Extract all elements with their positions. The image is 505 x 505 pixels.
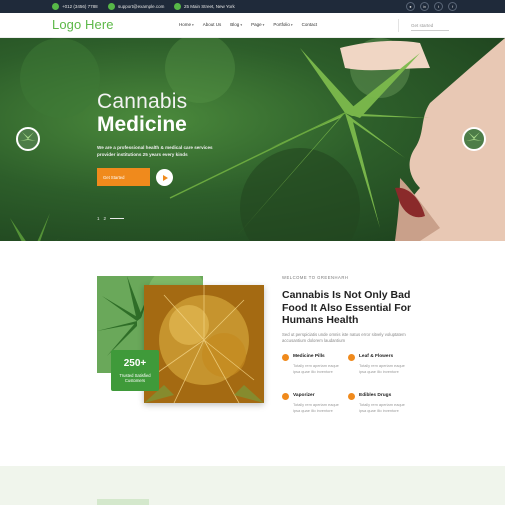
feature-title: Edibles Drugs bbox=[359, 393, 392, 398]
chevron-down-icon: ▾ bbox=[240, 22, 243, 27]
slide-pagination: 1 2 bbox=[97, 216, 125, 221]
about-image-bud bbox=[144, 285, 264, 403]
hero-subtitle: We are a professional health & medical c… bbox=[97, 145, 213, 157]
twitter-icon[interactable]: t bbox=[434, 2, 443, 11]
feature-description: Totally rem aperiam eaque ipsa quae illo… bbox=[293, 363, 339, 374]
chevron-down-icon: ▾ bbox=[262, 22, 265, 27]
get-started-link[interactable]: Get started bbox=[411, 23, 433, 28]
hero-background-image bbox=[10, 38, 505, 241]
main-nav: Home ▾ About Us Blog ▾ Page ▾ Portfolio ▾ Co… bbox=[179, 22, 326, 27]
about-description: Sed ut perspiciatis unde omnis iste natu… bbox=[282, 332, 406, 343]
section-tag bbox=[97, 499, 149, 505]
pill-icon bbox=[282, 354, 289, 361]
nav-item-page[interactable]: Page ▾ bbox=[251, 22, 264, 27]
vaporizer-icon bbox=[282, 393, 289, 400]
feature-title: Medicine Pills bbox=[293, 354, 325, 359]
logo[interactable]: Logo Here bbox=[52, 17, 114, 32]
location-icon bbox=[174, 3, 181, 10]
slider-prev-button[interactable] bbox=[16, 127, 40, 151]
nav-item-blog[interactable]: Blog ▾ bbox=[230, 22, 242, 27]
about-eyebrow: WELCOME TO GREENHARH bbox=[282, 275, 349, 280]
facebook-icon[interactable]: f bbox=[448, 2, 457, 11]
feature-description: Totally rem aperiam eaque ipsa quae illo… bbox=[293, 402, 339, 413]
topbar-email[interactable]: support@example.com bbox=[108, 2, 164, 11]
nav-item-contact[interactable]: Contact bbox=[302, 22, 318, 27]
feature-description: Totally rem aperiam eaque ipsa quae illo… bbox=[359, 363, 405, 374]
user-icon[interactable]: ● bbox=[406, 2, 415, 11]
slide-number-current[interactable]: 1 bbox=[97, 216, 100, 221]
get-started-underline bbox=[411, 30, 449, 31]
topbar-phone[interactable]: +012 (3456) 7788 bbox=[52, 2, 98, 11]
edibles-icon bbox=[348, 393, 355, 400]
next-section bbox=[0, 466, 505, 505]
leaf-thumbnail-icon bbox=[20, 132, 36, 141]
customers-label: Trusted Satisfied Customers bbox=[119, 373, 151, 383]
site-header: Logo Here Home ▾ About Us Blog ▾ Page ▾ Por… bbox=[0, 13, 505, 38]
slide-number-next[interactable]: 2 bbox=[104, 216, 107, 221]
hero-title-line1: Cannabis bbox=[97, 90, 188, 113]
hero-slider: Cannabis Medicine We are a professional … bbox=[0, 38, 505, 241]
mail-icon bbox=[108, 3, 115, 10]
play-video-button[interactable] bbox=[156, 169, 173, 186]
phone-icon bbox=[52, 3, 59, 10]
nav-item-portfolio[interactable]: Portfolio ▾ bbox=[273, 22, 292, 27]
about-title: Cannabis Is Not Only Bad Food It Also Es… bbox=[282, 289, 412, 326]
feature-title: Leaf & Flowers bbox=[359, 354, 394, 359]
play-icon bbox=[162, 174, 168, 181]
leaf-thumbnail-icon bbox=[466, 132, 482, 141]
top-bar: +012 (3456) 7788 support@example.com 25 … bbox=[0, 0, 505, 13]
customers-count: 250+ bbox=[123, 358, 147, 369]
slide-progress-line bbox=[110, 218, 125, 219]
customers-badge bbox=[111, 350, 159, 391]
nav-item-about[interactable]: About Us bbox=[203, 22, 222, 27]
hero-title-line2: Medicine bbox=[97, 113, 187, 136]
leaf-icon bbox=[348, 354, 355, 361]
hero-get-started-button[interactable]: Get Started bbox=[97, 168, 150, 186]
header-divider bbox=[398, 19, 399, 32]
linkedin-icon[interactable]: in bbox=[420, 2, 429, 11]
feature-description: Totally rem aperiam eaque ipsa quae illo… bbox=[359, 402, 405, 413]
nav-item-home[interactable]: Home ▾ bbox=[179, 22, 194, 27]
chevron-down-icon: ▾ bbox=[192, 22, 194, 27]
slider-next-button[interactable] bbox=[462, 127, 486, 151]
feature-title: Vaporizer bbox=[293, 393, 315, 398]
topbar-address: 25 Main Street, New York bbox=[174, 2, 235, 11]
chevron-down-icon: ▾ bbox=[290, 22, 293, 27]
